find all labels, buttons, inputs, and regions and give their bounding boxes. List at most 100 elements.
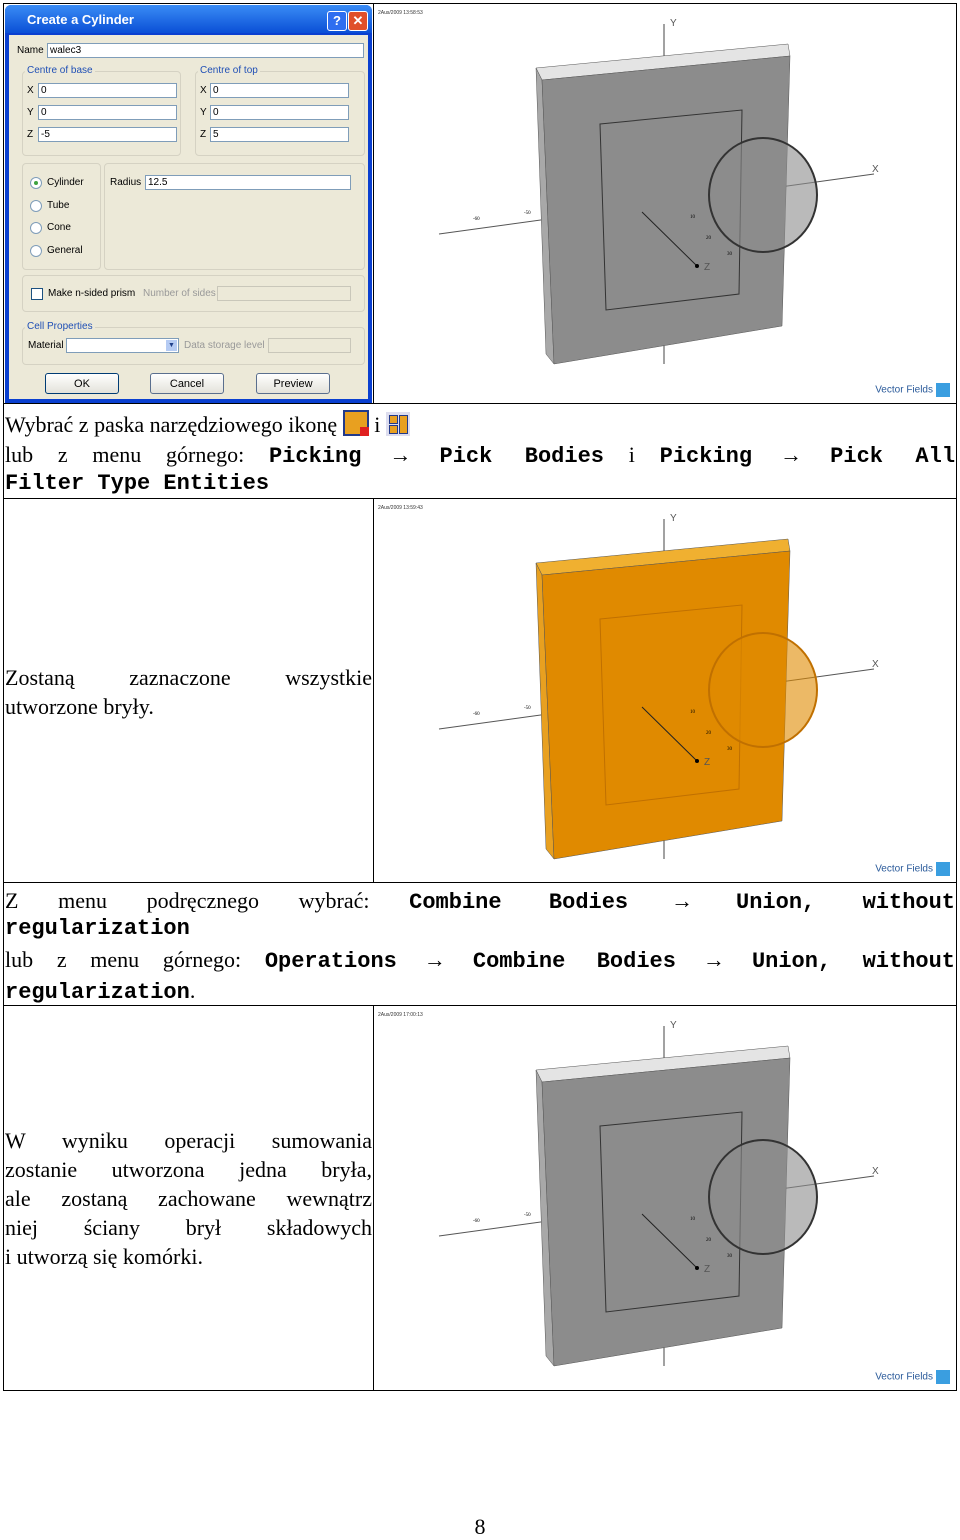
text-line: zostanie utworzona jedna bryła, <box>5 1157 372 1182</box>
y-label: Y <box>27 107 34 118</box>
centre-of-base-label: Centre of base <box>25 65 95 76</box>
svg-text:-60: -60 <box>473 712 480 717</box>
text-line: i utworzą się komórki. <box>5 1244 203 1269</box>
storage-input[interactable] <box>268 338 351 353</box>
preview-button[interactable]: Preview <box>256 373 330 394</box>
svg-text:-50: -50 <box>524 1213 531 1218</box>
svg-text:-60: -60 <box>473 1219 480 1224</box>
svg-text:X: X <box>872 164 879 175</box>
pick-bodies-icon[interactable] <box>342 410 369 436</box>
svg-text:Y: Y <box>670 18 677 29</box>
svg-text:20: 20 <box>706 236 712 241</box>
timestamp: 2Aus/2009 13:58:53 <box>378 10 423 16</box>
filter-entities-icon[interactable] <box>385 412 410 436</box>
centre-of-top-label: Centre of top <box>198 65 260 76</box>
timestamp: 2Aus/2009 17:00:13 <box>378 1012 423 1018</box>
radio-tube[interactable] <box>30 200 42 212</box>
viewport-2: 2Aus/2009 13:59:43 Y50 -60-50X 102030Z V… <box>374 499 956 882</box>
x-label: X <box>27 85 34 96</box>
text-line: ale zostaną zachowane wewnątrz <box>5 1186 372 1211</box>
vector-fields-logo: Vector Fields <box>875 383 950 397</box>
top-z-input[interactable]: 5 <box>210 127 349 142</box>
x-label: X <box>200 85 207 96</box>
prism-label: Make n-sided prism <box>48 288 136 299</box>
base-z-input[interactable]: -5 <box>38 127 177 142</box>
name-input[interactable]: walec3 <box>47 43 364 58</box>
text-line: W wyniku operacji sumowania <box>5 1128 372 1153</box>
y-label: Y <box>200 107 207 118</box>
instruction-2: Z menu podręcznego wybrać: Combine Bodie… <box>5 888 956 915</box>
model-render: Y50 -60-50X 102030Z <box>438 18 879 365</box>
svg-text:Z: Z <box>704 757 710 768</box>
radio-label: Tube <box>47 200 70 211</box>
model-render: Y50 -60-50X 102030Z <box>438 513 879 860</box>
svg-text:30: 30 <box>727 252 733 257</box>
svg-text:Y: Y <box>670 513 677 524</box>
z-label: Z <box>200 129 207 140</box>
radio-general[interactable] <box>30 245 42 257</box>
radio-label: Cylinder <box>47 177 84 188</box>
storage-label: Data storage level <box>184 340 265 351</box>
svg-text:-50: -50 <box>524 211 531 216</box>
svg-text:20: 20 <box>706 731 712 736</box>
svg-text:Y: Y <box>670 1020 677 1031</box>
viewport-3: 2Aus/2009 17:00:13 Y50 -60-50X 102030Z V… <box>374 1006 956 1390</box>
prism-checkbox[interactable] <box>31 288 43 300</box>
svg-text:10: 10 <box>690 710 696 715</box>
svg-text:-50: -50 <box>524 706 531 711</box>
top-y-input[interactable]: 0 <box>210 105 349 120</box>
viewport-1: 2Aus/2009 13:58:53 Y50 -60-50X 102030Z V… <box>374 4 956 403</box>
instruction-1-menu: lub z menu górnego: Picking → Pick Bodie… <box>5 442 956 469</box>
help-button[interactable]: ? <box>327 11 347 31</box>
cell-properties-label: Cell Properties <box>25 321 95 332</box>
instruction-2-menu-cont: regularization. <box>5 978 196 1005</box>
base-y-input[interactable]: 0 <box>38 105 177 120</box>
result-text-1-cont: utworzone bryły. <box>5 694 154 719</box>
ok-button[interactable]: OK <box>45 373 119 394</box>
radio-label: General <box>47 245 83 256</box>
cylinder <box>708 137 818 253</box>
radius-label: Radius <box>110 177 142 188</box>
text-line: niej ściany brył składowych <box>5 1215 372 1240</box>
svg-text:Z: Z <box>704 1264 710 1275</box>
radio-cylinder[interactable] <box>30 177 42 189</box>
svg-text:X: X <box>872 659 879 670</box>
vector-fields-logo: Vector Fields <box>875 1370 950 1384</box>
cancel-button[interactable]: Cancel <box>150 373 224 394</box>
cylinder <box>708 1139 818 1255</box>
svg-text:X: X <box>872 1166 879 1177</box>
base-x-input[interactable]: 0 <box>38 83 177 98</box>
chevron-down-icon: ▼ <box>166 340 177 351</box>
svg-text:10: 10 <box>690 215 696 220</box>
svg-text:20: 20 <box>706 1238 712 1243</box>
material-label: Material <box>28 340 64 351</box>
instruction-2-menu: lub z menu górnego: Operations → Combine… <box>5 947 955 974</box>
radius-input[interactable]: 12.5 <box>145 175 351 190</box>
close-button[interactable]: ✕ <box>348 11 368 31</box>
svg-text:30: 30 <box>727 747 733 752</box>
result-text-2: W wyniku operacji sumowania zostanie utw… <box>5 1126 372 1271</box>
cylinder <box>708 632 818 748</box>
model-render: Y50 -60-50X 102030Z <box>438 1020 879 1367</box>
svg-text:30: 30 <box>727 1254 733 1259</box>
svg-text:Z: Z <box>704 262 710 273</box>
top-x-input[interactable]: 0 <box>210 83 349 98</box>
sides-label: Number of sides <box>143 288 216 299</box>
result-text-1: Zostaną zaznaczone wszystkie <box>5 665 372 690</box>
instruction-2-cont: regularization <box>5 916 190 941</box>
divider <box>3 403 957 404</box>
create-cylinder-dialog: Create a Cylinder ? ✕ Name walec3 Centre… <box>5 5 372 403</box>
instruction-1: Wybrać z paska narzędziowego ikonę i <box>5 410 955 439</box>
radio-label: Cone <box>47 222 71 233</box>
instruction-1-menu-cont: Filter Type Entities <box>5 471 270 496</box>
svg-text:10: 10 <box>690 1217 696 1222</box>
z-label: Z <box>27 129 34 140</box>
page-number: 8 <box>474 1514 486 1539</box>
material-select[interactable]: ▼ <box>66 338 179 353</box>
svg-text:-60: -60 <box>473 217 480 222</box>
radio-cone[interactable] <box>30 222 42 234</box>
timestamp: 2Aus/2009 13:59:43 <box>378 505 423 511</box>
dialog-title: Create a Cylinder <box>5 5 372 33</box>
name-label: Name <box>17 45 44 56</box>
sides-input[interactable] <box>217 286 351 301</box>
